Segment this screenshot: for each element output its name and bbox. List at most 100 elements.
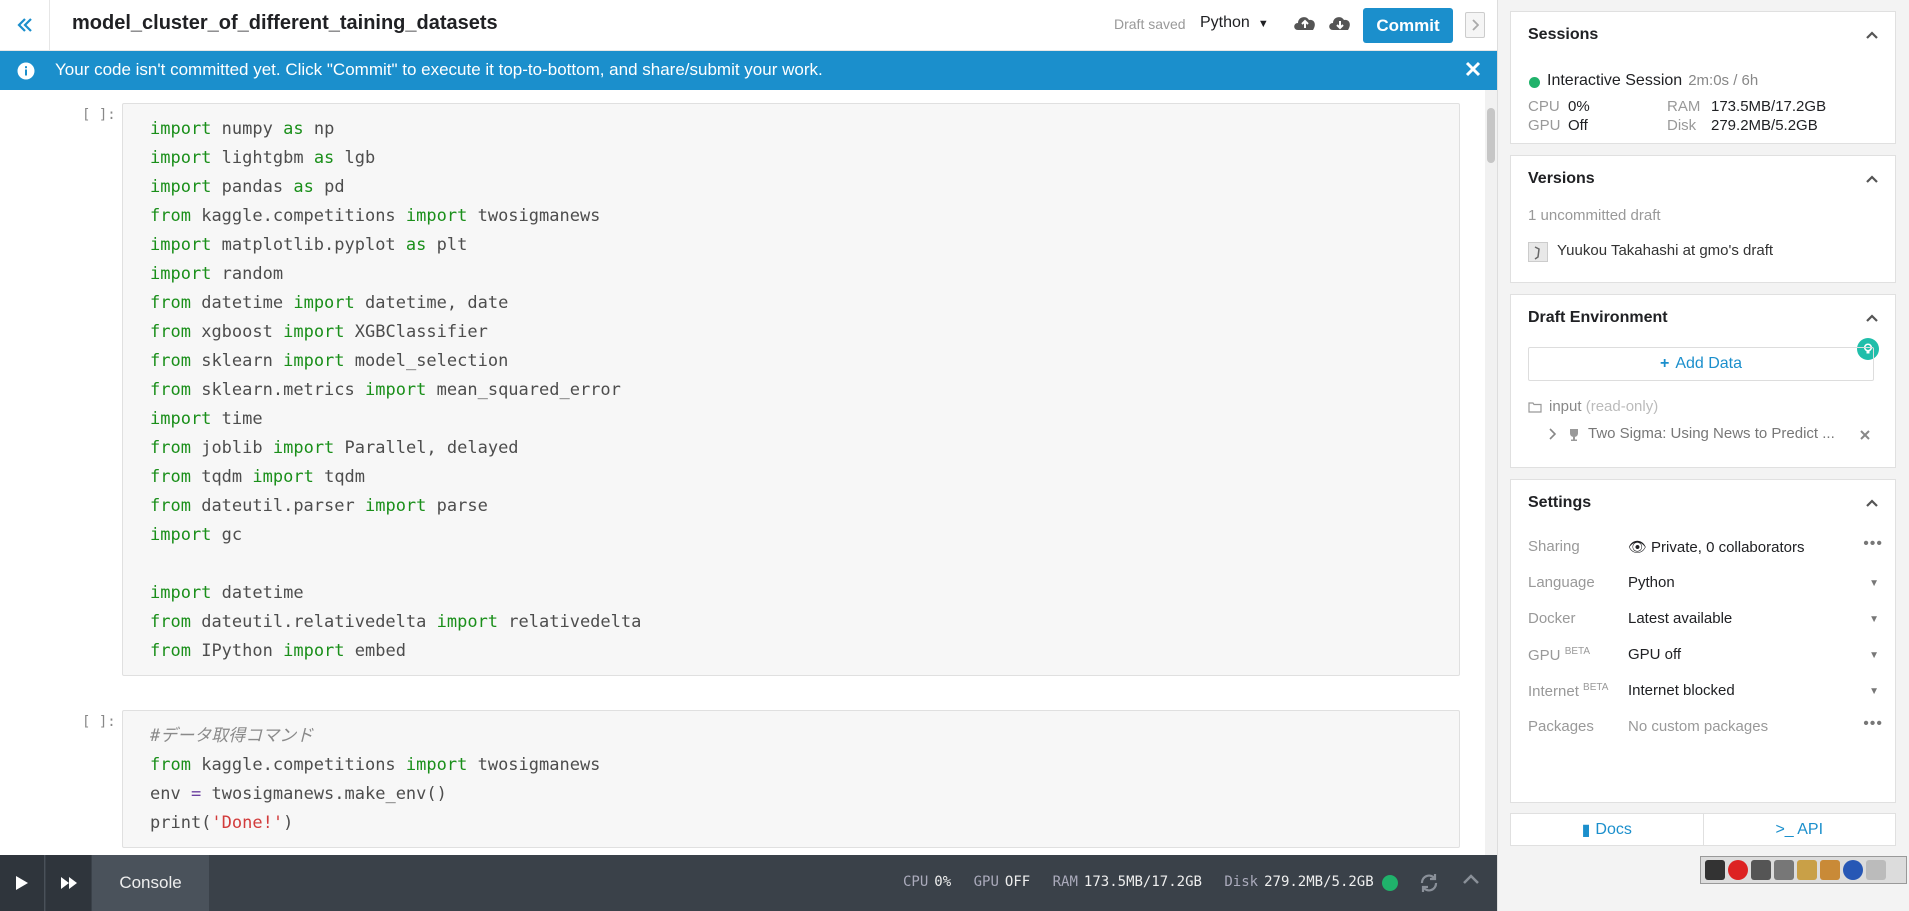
code-token: from: [150, 351, 191, 371]
close-icon[interactable]: [1465, 61, 1481, 77]
session-name: Interactive Session 2m:0s / 6h: [1547, 72, 1758, 90]
code-token: from: [150, 293, 191, 313]
gpu-label: GPU: [1528, 117, 1561, 134]
setting-value: Python: [1628, 574, 1675, 591]
chevron-up-icon[interactable]: [1865, 313, 1879, 323]
code-editor[interactable]: import numpy as np import lightgbm as lgb…: [122, 103, 1460, 676]
setting-label: Sharing: [1528, 538, 1580, 555]
record-icon[interactable]: [1728, 860, 1748, 880]
tool-icon[interactable]: [1820, 860, 1840, 880]
api-link[interactable]: >_ API: [1704, 814, 1896, 845]
code-editor[interactable]: #データ取得コマンド from kaggle.competitions impor…: [122, 710, 1460, 848]
caret-down-icon[interactable]: ▼: [1869, 686, 1879, 697]
setting-value: Internet blocked: [1628, 682, 1735, 699]
code-token: datetime: [221, 583, 304, 603]
code-token: import: [272, 438, 335, 458]
play-icon: [16, 876, 28, 890]
code-token: import: [283, 322, 345, 342]
setting-value: GPU off: [1628, 646, 1681, 663]
code-token: model_selection: [354, 351, 509, 371]
help-icon[interactable]: [1843, 860, 1863, 880]
code-token: import: [364, 380, 427, 400]
language-value: Python: [1200, 14, 1250, 31]
dataset-item[interactable]: Two Sigma: Using News to Predict ...: [1588, 425, 1835, 442]
code-token: from: [150, 467, 191, 487]
expand-panel-button[interactable]: [1465, 12, 1485, 38]
code-line: import time: [150, 405, 1432, 434]
code-token: joblib: [201, 438, 263, 458]
ime-icon[interactable]: [1751, 860, 1771, 880]
kernel-title[interactable]: model_cluster_of_different_taining_datas…: [72, 12, 498, 35]
sessions-panel: Sessions Interactive Session 2m:0s / 6h C…: [1510, 11, 1896, 144]
setting-row-gpu[interactable]: GPU BETA GPU off ▼: [1528, 640, 1883, 676]
commit-button[interactable]: Commit: [1363, 8, 1453, 43]
code-line: from kaggle.competitions import twosigma…: [150, 202, 1432, 231]
code-token: print(: [150, 813, 212, 833]
tool-icon[interactable]: [1797, 860, 1817, 880]
code-token: from: [150, 496, 191, 516]
run-all-button[interactable]: [46, 855, 91, 911]
cloud-download-icon[interactable]: [1327, 12, 1353, 39]
code-token: import: [252, 467, 314, 487]
code-token: matplotlib.pyplot: [221, 235, 396, 255]
code-line: import lightgbm as lgb: [150, 144, 1432, 173]
code-token: datetime, date: [365, 293, 509, 313]
book-icon: ▮: [1581, 821, 1591, 839]
docs-link[interactable]: ▮ Docs: [1511, 814, 1704, 845]
collapse-sidebar-button[interactable]: [0, 0, 50, 50]
code-line: print('Done!'): [150, 809, 1432, 838]
chevron-up-icon[interactable]: [1865, 498, 1879, 508]
caret-down-icon[interactable]: ▼: [1869, 614, 1879, 625]
more-options-icon[interactable]: •••: [1863, 715, 1883, 733]
beta-tag: BETA: [1583, 682, 1609, 693]
run-cell-button[interactable]: [0, 855, 45, 911]
setting-row-language[interactable]: Language Python ▼: [1528, 568, 1883, 604]
code-token: mean_squared_error: [436, 380, 621, 400]
more-options-icon[interactable]: •••: [1863, 535, 1883, 553]
code-token: tqdm: [201, 467, 243, 487]
code-token: numpy: [221, 119, 273, 139]
chevron-up-icon[interactable]: [1462, 873, 1480, 885]
setting-row-sharing[interactable]: Sharing 👁 Private, 0 collaborators •••: [1528, 532, 1883, 568]
caret-down-icon[interactable]: ▼: [1869, 578, 1879, 589]
code-token: import: [150, 148, 212, 168]
language-dropdown[interactable]: Python ▼: [1200, 14, 1269, 32]
keyboard-icon[interactable]: [1705, 860, 1725, 880]
code-line: from IPython import embed: [150, 637, 1432, 666]
fast-forward-icon: [60, 877, 77, 889]
eye-slash-icon: 👁: [1628, 539, 1648, 556]
folder-icon: [1528, 402, 1542, 413]
disk-label: Disk: [1667, 117, 1697, 134]
console-tab[interactable]: Console: [92, 855, 209, 911]
code-line: import matplotlib.pyplot as plt: [150, 231, 1432, 260]
setting-row-internet[interactable]: Internet BETA Internet blocked ▼: [1528, 676, 1883, 712]
uncommitted-banner: Your code isn't committed yet. Click "Co…: [0, 51, 1497, 90]
setting-row-docker[interactable]: Docker Latest available ▼: [1528, 604, 1883, 640]
setting-label-text: GPU: [1528, 647, 1561, 664]
chevron-up-icon[interactable]: [1865, 174, 1879, 184]
chevron-right-icon[interactable]: [1548, 428, 1556, 440]
info-icon: [17, 62, 35, 80]
refresh-icon[interactable]: [1418, 872, 1440, 894]
add-data-button[interactable]: + Add Data: [1528, 347, 1874, 381]
code-token: =: [190, 784, 202, 804]
code-token: from: [150, 612, 191, 632]
caret-down-icon[interactable]: ▼: [1869, 650, 1879, 661]
gpu-value: OFF: [1004, 874, 1031, 890]
notebook-scrollbar[interactable]: [1485, 90, 1497, 855]
versions-title: Versions: [1528, 170, 1595, 187]
scrollbar-thumb[interactable]: [1487, 108, 1495, 163]
ime-mode-icon[interactable]: [1774, 860, 1794, 880]
input-folder[interactable]: input (read-only): [1549, 398, 1658, 415]
cpu-label: CPU: [1528, 98, 1560, 115]
setting-label: Internet BETA: [1528, 682, 1608, 700]
chevron-up-icon[interactable]: [1865, 30, 1879, 40]
cloud-upload-icon[interactable]: [1292, 12, 1318, 39]
add-data-label: Add Data: [1675, 355, 1743, 372]
close-icon[interactable]: [1860, 430, 1870, 440]
draft-author[interactable]: Yuukou Takahashi at gmo's draft: [1557, 242, 1773, 259]
code-token: import: [405, 755, 468, 775]
editor-header: model_cluster_of_different_taining_datas…: [0, 0, 1497, 51]
code-token: import: [150, 264, 212, 284]
setting-row-packages[interactable]: Packages No custom packages •••: [1528, 712, 1883, 748]
